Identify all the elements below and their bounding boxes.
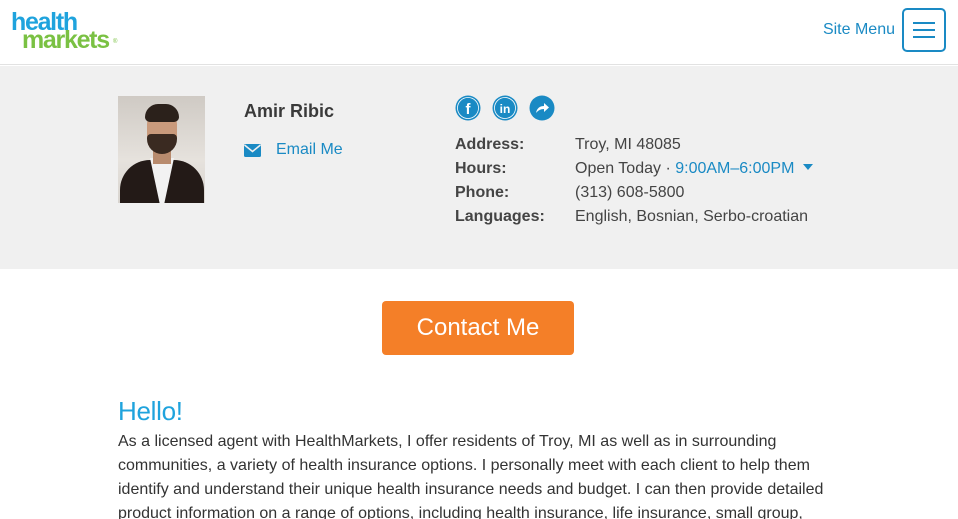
- email-me-label: Email Me: [276, 141, 343, 158]
- phone-value[interactable]: (313) 608-5800: [575, 184, 684, 202]
- site-header: health markets ® Site Menu: [0, 0, 958, 65]
- share-icon[interactable]: [529, 95, 555, 121]
- contact-me-button[interactable]: Contact Me: [382, 301, 574, 355]
- agent-profile-section: Amir Ribic Email Me f in Address: Troy, …: [0, 66, 958, 269]
- languages-value: English, Bosnian, Serbo-croatian: [575, 208, 809, 225]
- languages-label: Languages:: [455, 208, 545, 225]
- linkedin-icon[interactable]: in: [492, 95, 518, 121]
- hours-range: 9:00AM–6:00PM: [675, 160, 795, 177]
- logo-text-markets: markets: [22, 26, 110, 54]
- agent-bio: As a licensed agent with HealthMarkets, …: [118, 433, 824, 519]
- hamburger-menu-icon: [913, 22, 935, 24]
- hello-heading: Hello!: [118, 396, 183, 426]
- hours-status: Open Today ·: [575, 160, 676, 177]
- agent-name: Amir Ribic: [244, 101, 335, 121]
- site-menu-label[interactable]: Site Menu: [823, 21, 895, 39]
- hours-label: Hours:: [455, 160, 507, 177]
- agent-photo: [118, 96, 205, 203]
- phone-label: Phone:: [455, 184, 510, 201]
- address-label: Address:: [455, 136, 525, 153]
- healthmarkets-logo[interactable]: health markets ®: [11, 10, 121, 54]
- caret-down-icon: [803, 164, 814, 170]
- envelope-icon: [244, 143, 261, 157]
- email-me-link[interactable]: Email Me: [244, 140, 343, 160]
- svg-text:in: in: [500, 102, 511, 116]
- address-value: Troy, MI 48085: [575, 136, 681, 153]
- logo-trademark: ®: [113, 39, 118, 45]
- facebook-icon[interactable]: f: [455, 95, 481, 121]
- hours-dropdown[interactable]: 9:00AM–6:00PM: [675, 160, 814, 177]
- social-links: f in: [455, 95, 566, 121]
- hamburger-menu-button[interactable]: [902, 8, 946, 52]
- hours-value: Open Today · 9:00AM–6:00PM: [575, 160, 814, 178]
